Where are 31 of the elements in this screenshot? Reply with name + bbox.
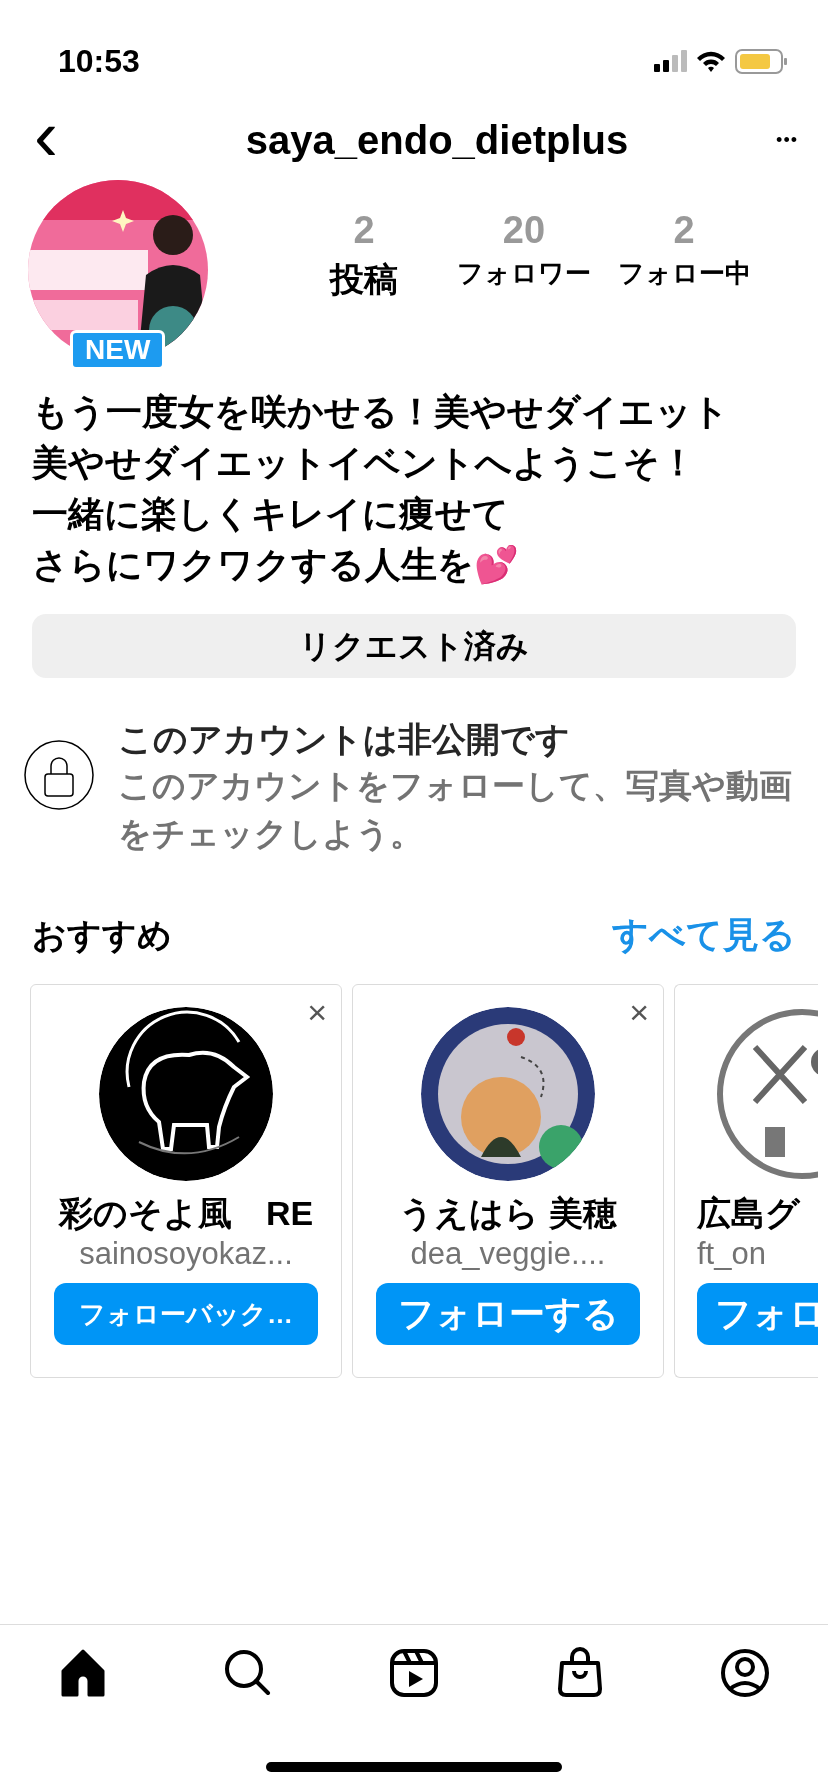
signal-icon xyxy=(654,50,687,72)
stat-count: 2 xyxy=(352,208,376,253)
section-title: おすすめ xyxy=(32,914,172,956)
stat-count: 2 xyxy=(672,208,696,253)
close-button[interactable]: × xyxy=(629,995,649,1029)
more-button[interactable]: ••• xyxy=(770,125,804,155)
wifi-icon xyxy=(695,49,727,73)
bio-text: 一緒に楽しくキレイに痩せて xyxy=(32,492,510,536)
back-button[interactable]: ‹ xyxy=(24,99,68,171)
stat-label: 投稿 xyxy=(328,258,399,300)
suggested-name: うえはら 美穂 xyxy=(398,1193,618,1234)
close-button[interactable]: × xyxy=(307,995,327,1029)
status-time: 10:53 xyxy=(58,42,140,81)
suggested-username: sainosoyokaz... xyxy=(78,1235,294,1273)
battery-icon xyxy=(735,48,788,74)
suggested-username: dea_veggie.... xyxy=(409,1235,607,1273)
requested-button[interactable]: リクエスト済み xyxy=(32,614,796,678)
new-badge: NEW xyxy=(70,330,166,370)
stat-count: 20 xyxy=(501,208,547,253)
lock-icon xyxy=(24,740,94,810)
stat-label: フォロワー xyxy=(456,256,592,290)
bio-text: もう一度女を咲かせる！美やせダイエット xyxy=(32,390,730,434)
private-title: このアカウントは非公開です xyxy=(118,719,571,760)
bio-text: さらにワクワクする人生を💕 xyxy=(32,543,520,587)
private-text: このアカウントをフォローして、写真や動画をチェックしよう。 xyxy=(118,766,793,854)
stat-label: フォロー中 xyxy=(616,256,752,290)
bio-text: 美やせダイエットイベントへようこそ！ xyxy=(32,441,697,485)
suggested-username: ft_on xyxy=(696,1235,767,1273)
suggested-name: 彩のそよ風 RE xyxy=(57,1193,315,1234)
profile-username: saya_endo_dietplus xyxy=(245,117,629,164)
suggested-name: 広島グ xyxy=(696,1193,802,1234)
